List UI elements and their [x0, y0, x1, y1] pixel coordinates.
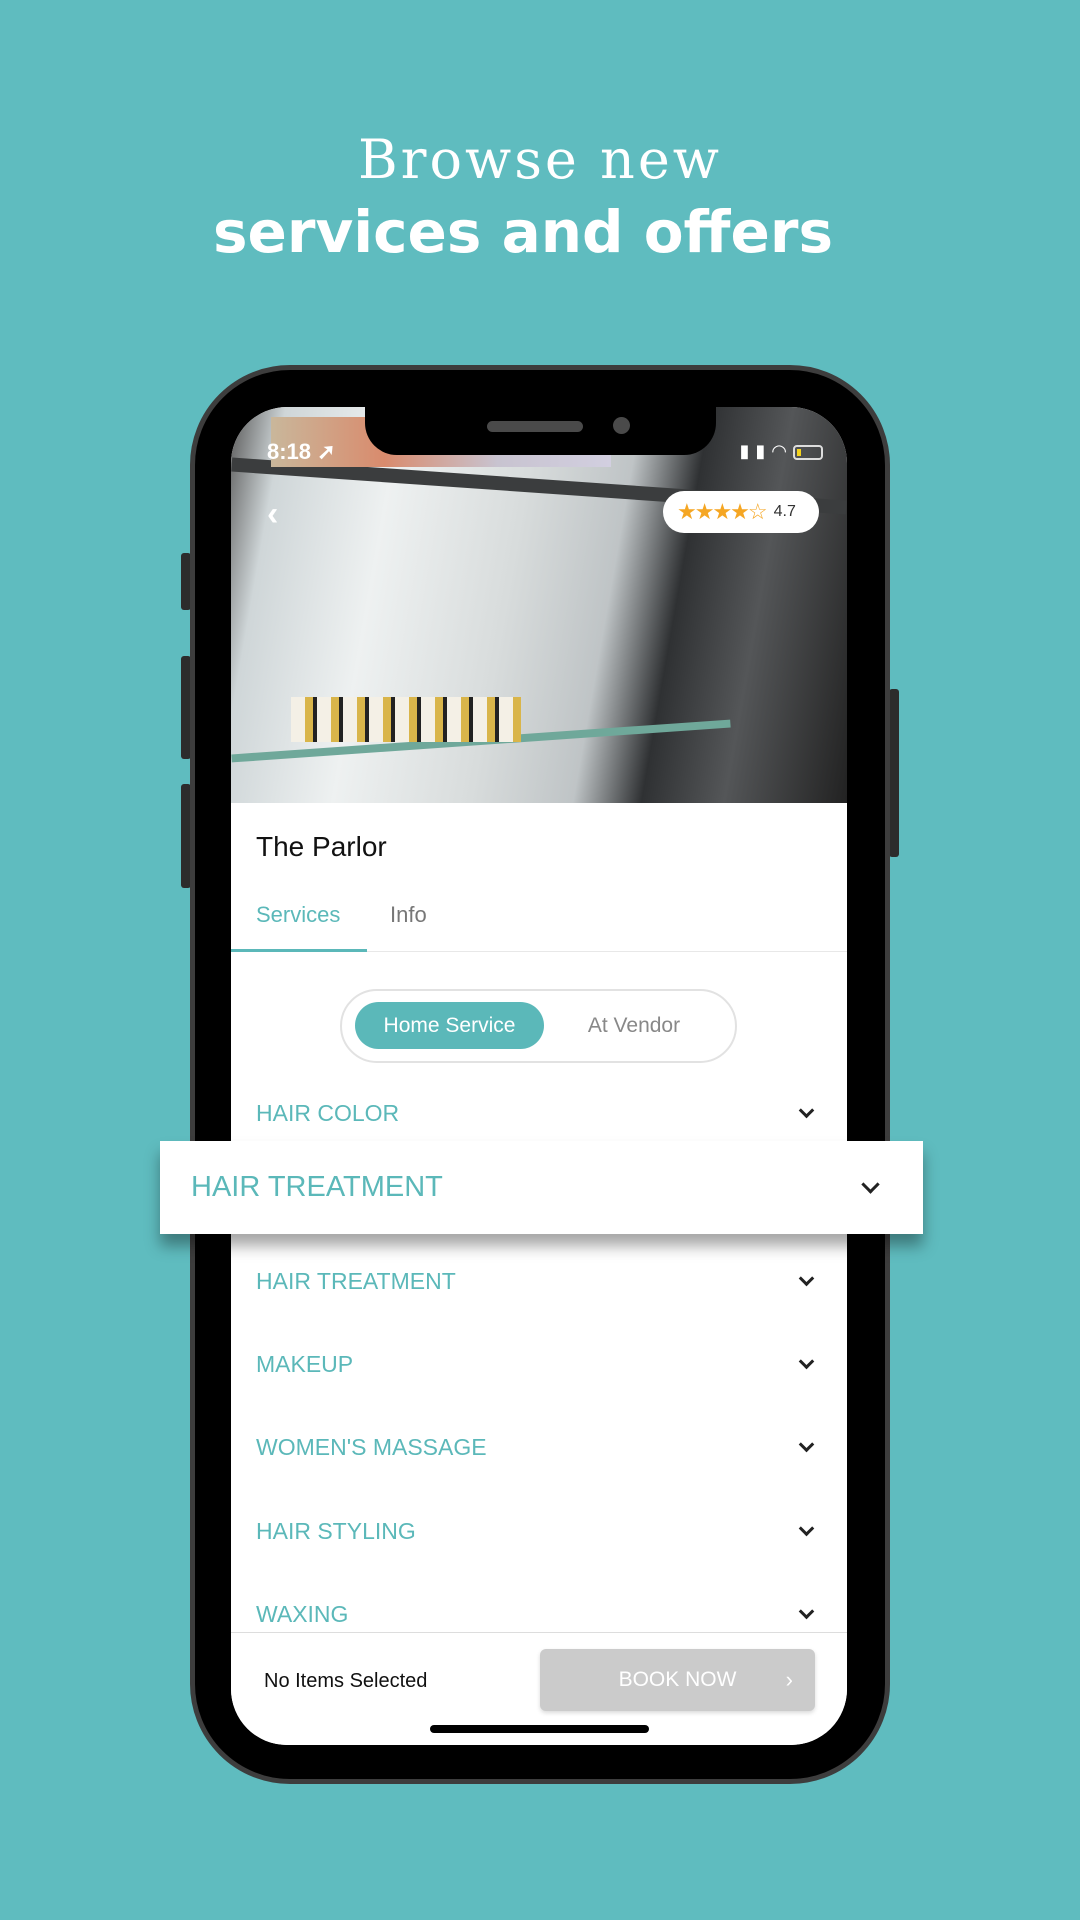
book-now-button[interactable]: BOOK NOW ›	[540, 1649, 815, 1711]
chevron-right-icon: ›	[785, 1667, 793, 1692]
headline-line1: Browse new	[357, 128, 723, 191]
rating-value: 4.7	[773, 503, 796, 520]
category-hair-treatment[interactable]: HAIR TREATMENT	[256, 1261, 822, 1301]
tab-services[interactable]: Services	[256, 902, 340, 928]
star-rating-icon: ★★★★☆	[677, 499, 768, 524]
chevron-down-icon	[798, 1102, 815, 1118]
phone-power-button	[889, 689, 899, 857]
active-tab-indicator	[231, 949, 367, 952]
home-indicator	[430, 1725, 649, 1733]
back-chevron-icon[interactable]: ‹	[267, 495, 278, 534]
toggle-at-vendor[interactable]: At Vendor	[544, 1002, 724, 1049]
app-screen: 8:18 ➚ ▮▮◠ ‹ ★★★★☆ 4.7 The Parlor Servic…	[231, 407, 847, 1745]
chevron-down-icon	[798, 1353, 815, 1369]
toggle-home-service[interactable]: Home Service	[355, 1002, 544, 1049]
battery-icon	[793, 444, 823, 460]
selection-status: No Items Selected	[264, 1670, 428, 1692]
chevron-down-icon	[798, 1520, 815, 1536]
tab-info[interactable]: Info	[390, 902, 427, 928]
notch	[365, 407, 716, 455]
chevron-down-icon	[798, 1603, 815, 1619]
signal-icon: ▮▮	[739, 441, 772, 461]
rating-badge: ★★★★☆ 4.7	[663, 491, 819, 533]
status-icons: ▮▮◠	[739, 441, 823, 462]
chevron-down-icon	[798, 1270, 815, 1286]
vendor-name: The Parlor	[256, 831, 387, 862]
headline-line2: services and offers	[212, 198, 834, 266]
category-makeup[interactable]: MAKEUP	[256, 1344, 822, 1384]
status-time: 8:18 ➚	[267, 439, 336, 464]
category-waxing[interactable]: WAXING	[256, 1594, 822, 1634]
highlighted-category-card[interactable]: HAIR TREATMENT	[160, 1141, 923, 1234]
wifi-icon: ◠	[771, 441, 793, 461]
location-arrow-icon: ➚	[317, 439, 336, 464]
category-hair-color[interactable]: HAIR COLOR	[256, 1093, 822, 1133]
chevron-down-icon	[798, 1436, 815, 1452]
category-hair-styling[interactable]: HAIR STYLING	[256, 1511, 822, 1551]
vendor-photo	[231, 407, 847, 803]
chevron-down-icon	[861, 1175, 880, 1194]
category-womens-massage[interactable]: WOMEN'S MASSAGE	[256, 1427, 822, 1467]
